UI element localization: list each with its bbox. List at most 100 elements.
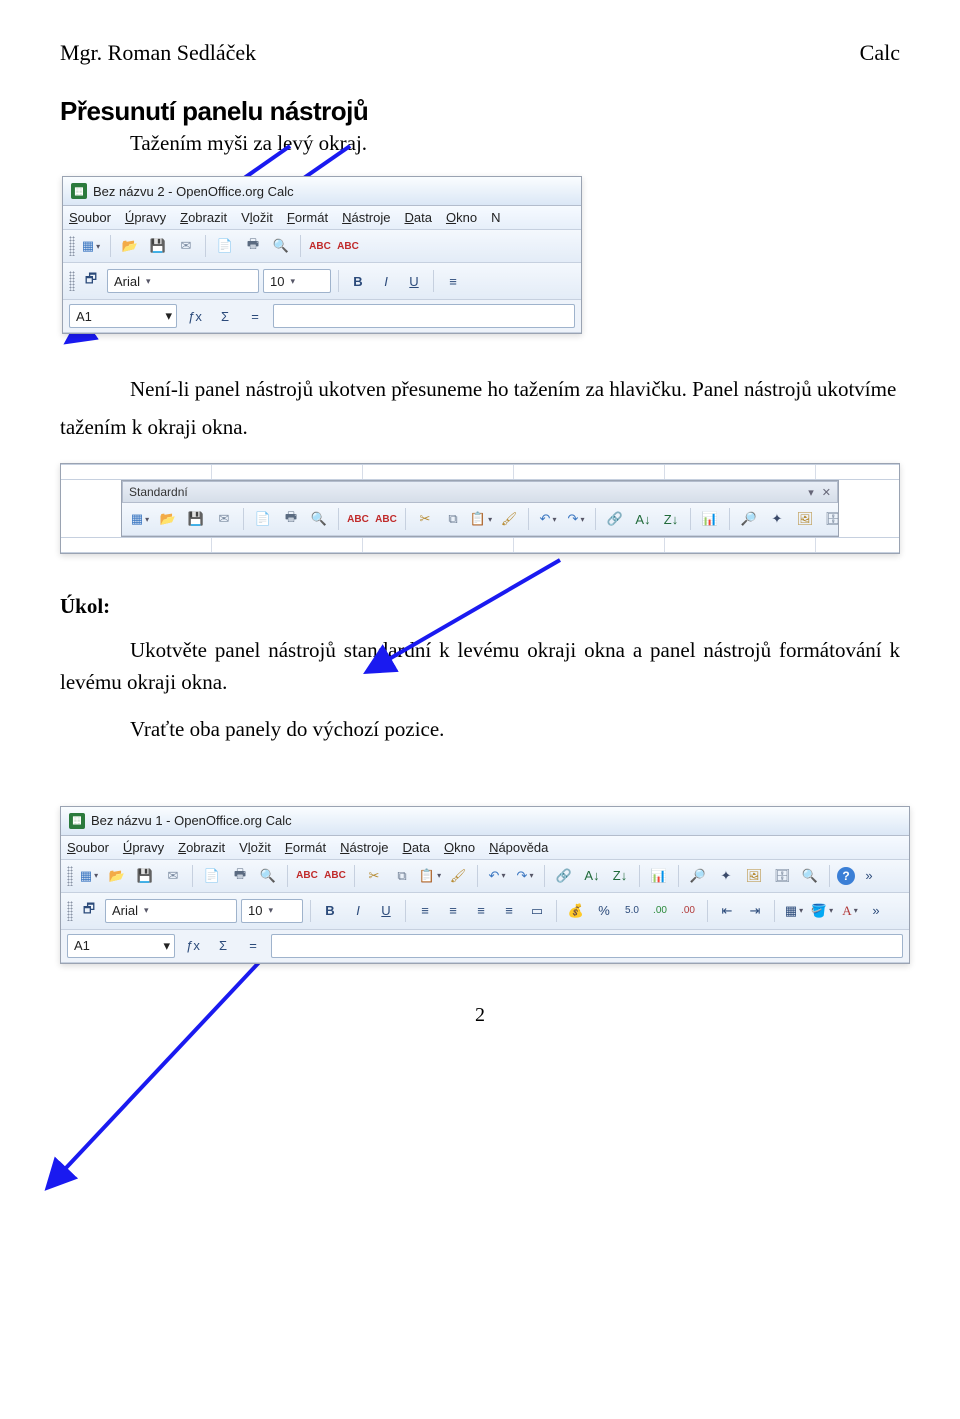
- menu-okno[interactable]: Okno: [444, 840, 475, 855]
- menu-napoveda[interactable]: Nápověda: [489, 840, 548, 855]
- bgcolor-icon[interactable]: 🪣▾: [810, 899, 834, 923]
- toolbar-overflow-icon[interactable]: »: [859, 864, 879, 888]
- toolbar-grip[interactable]: [69, 236, 75, 256]
- data-sources-icon[interactable]: 🗄: [821, 507, 838, 531]
- number-format-icon[interactable]: 5.0: [620, 899, 644, 923]
- redo-icon[interactable]: ↷▾: [564, 507, 588, 531]
- format-toolbar[interactable]: 🗗 Arial▾ 10▾ B I U ≡ ≡ ≡ ≡ ▭ 💰 % 5.0 .00…: [61, 893, 909, 930]
- cut-icon[interactable]: ✂: [413, 507, 437, 531]
- save-icon[interactable]: 💾: [133, 864, 157, 888]
- navigator-icon[interactable]: ✦: [714, 864, 738, 888]
- font-name-combo[interactable]: Arial▾: [105, 899, 237, 923]
- standard-toolbar[interactable]: ▦▾ 📂 💾 ✉ 📄 🖶 🔍 ABC ABC ✂ ⧉ 📋▾ 🖌 ↶▾ ↷▾ 🔗 …: [61, 860, 909, 893]
- zoom-icon[interactable]: 🔍: [798, 864, 822, 888]
- menu-nastroje[interactable]: Nástroje: [342, 210, 390, 225]
- underline-icon[interactable]: U: [374, 899, 398, 923]
- open-icon[interactable]: 📂: [156, 507, 180, 531]
- sort-desc-icon[interactable]: Z↓: [659, 507, 683, 531]
- data-sources-icon[interactable]: 🗄: [770, 864, 794, 888]
- toolbar-grip[interactable]: [67, 866, 73, 886]
- gallery-icon[interactable]: 🖼: [742, 864, 766, 888]
- undo-icon[interactable]: ↶▾: [536, 507, 560, 531]
- insert-chart-icon[interactable]: 📊: [698, 507, 722, 531]
- print-icon[interactable]: 🖶: [241, 234, 265, 258]
- menu-bar[interactable]: Soubor Úpravy Zobrazit Vložit Formát Nás…: [61, 836, 909, 860]
- copy-icon[interactable]: ⧉: [390, 864, 414, 888]
- export-pdf-icon[interactable]: 📄: [200, 864, 224, 888]
- menu-bar[interactable]: Soubor Úpravy Zobrazit Vložit Formát Nás…: [63, 206, 581, 230]
- help-icon[interactable]: ?: [837, 867, 855, 885]
- find-icon[interactable]: 🔎: [686, 864, 710, 888]
- italic-icon[interactable]: I: [346, 899, 370, 923]
- print-preview-icon[interactable]: 🔍: [269, 234, 293, 258]
- navigator-icon[interactable]: ✦: [765, 507, 789, 531]
- align-justify-icon[interactable]: ≡: [497, 899, 521, 923]
- font-name-combo[interactable]: Arial▾: [107, 269, 259, 293]
- menu-zobrazit[interactable]: Zobrazit: [178, 840, 225, 855]
- undo-icon[interactable]: ↶▾: [485, 864, 509, 888]
- currency-icon[interactable]: 💰: [564, 899, 588, 923]
- font-size-combo[interactable]: 10▾: [241, 899, 303, 923]
- autospell-icon[interactable]: ABC: [336, 234, 360, 258]
- fx-icon[interactable]: ƒx: [181, 934, 205, 958]
- merge-cells-icon[interactable]: ▭: [525, 899, 549, 923]
- sum-icon[interactable]: Σ: [211, 934, 235, 958]
- menu-data[interactable]: Data: [405, 210, 432, 225]
- name-box[interactable]: A1▾: [69, 304, 177, 328]
- menu-okno[interactable]: Okno: [446, 210, 477, 225]
- format-paintbrush-icon[interactable]: 🖌: [497, 507, 521, 531]
- bold-icon[interactable]: B: [346, 269, 370, 293]
- underline-icon[interactable]: U: [402, 269, 426, 293]
- toolbar-grip[interactable]: [67, 901, 73, 921]
- mail-icon[interactable]: ✉: [212, 507, 236, 531]
- floating-toolbar-titlebar[interactable]: Standardní ▾✕: [122, 481, 838, 503]
- add-decimal-icon[interactable]: .00: [648, 899, 672, 923]
- sort-desc-icon[interactable]: Z↓: [608, 864, 632, 888]
- spellcheck-icon[interactable]: ABC: [308, 234, 332, 258]
- sum-icon[interactable]: Σ: [213, 304, 237, 328]
- styles-icon[interactable]: 🗗: [77, 899, 101, 923]
- mail-icon[interactable]: ✉: [174, 234, 198, 258]
- fx-icon[interactable]: ƒx: [183, 304, 207, 328]
- font-size-combo[interactable]: 10▾: [263, 269, 331, 293]
- sort-asc-icon[interactable]: A↓: [631, 507, 655, 531]
- hyperlink-icon[interactable]: 🔗: [603, 507, 627, 531]
- spellcheck-icon[interactable]: ABC: [295, 864, 319, 888]
- menu-format[interactable]: Formát: [287, 210, 328, 225]
- new-doc-icon[interactable]: ▦▾: [128, 507, 152, 531]
- menu-zobrazit[interactable]: Zobrazit: [180, 210, 227, 225]
- paste-icon[interactable]: 📋▾: [418, 864, 442, 888]
- format-toolbar[interactable]: 🗗 Arial▾ 10▾ B I U ≡: [63, 263, 581, 300]
- redo-icon[interactable]: ↷▾: [513, 864, 537, 888]
- floating-standard-toolbar[interactable]: ▦▾ 📂 💾 ✉ 📄 🖶 🔍 ABC ABC ✂ ⧉ 📋▾ 🖌 ↶▾ ↷▾ 🔗 …: [122, 503, 838, 536]
- standard-toolbar[interactable]: ▦▾ 📂 💾 ✉ 📄 🖶 🔍 ABC ABC: [63, 230, 581, 263]
- menu-data[interactable]: Data: [403, 840, 430, 855]
- menu-upravy[interactable]: Úpravy: [123, 840, 164, 855]
- export-pdf-icon[interactable]: 📄: [251, 507, 275, 531]
- copy-icon[interactable]: ⧉: [441, 507, 465, 531]
- menu-format[interactable]: Formát: [285, 840, 326, 855]
- new-doc-icon[interactable]: ▦▾: [77, 864, 101, 888]
- insert-chart-icon[interactable]: 📊: [647, 864, 671, 888]
- toolbar-grip[interactable]: [69, 271, 75, 291]
- save-icon[interactable]: 💾: [146, 234, 170, 258]
- menu-vlozit[interactable]: Vložit: [239, 840, 271, 855]
- autospell-icon[interactable]: ABC: [374, 507, 398, 531]
- borders-icon[interactable]: ▦▾: [782, 899, 806, 923]
- mail-icon[interactable]: ✉: [161, 864, 185, 888]
- gallery-icon[interactable]: 🖼: [793, 507, 817, 531]
- menu-truncated[interactable]: N: [491, 210, 500, 225]
- open-icon[interactable]: 📂: [118, 234, 142, 258]
- print-preview-icon[interactable]: 🔍: [256, 864, 280, 888]
- align-right-icon[interactable]: ≡: [469, 899, 493, 923]
- export-pdf-icon[interactable]: 📄: [213, 234, 237, 258]
- increase-indent-icon[interactable]: ⇥: [743, 899, 767, 923]
- align-center-icon[interactable]: ≡: [441, 899, 465, 923]
- menu-soubor[interactable]: Soubor: [67, 840, 109, 855]
- hyperlink-icon[interactable]: 🔗: [552, 864, 576, 888]
- decrease-indent-icon[interactable]: ⇤: [715, 899, 739, 923]
- font-color-icon[interactable]: A▾: [838, 899, 862, 923]
- equals-icon[interactable]: =: [241, 934, 265, 958]
- formula-input[interactable]: [271, 934, 903, 958]
- print-icon[interactable]: 🖶: [228, 864, 252, 888]
